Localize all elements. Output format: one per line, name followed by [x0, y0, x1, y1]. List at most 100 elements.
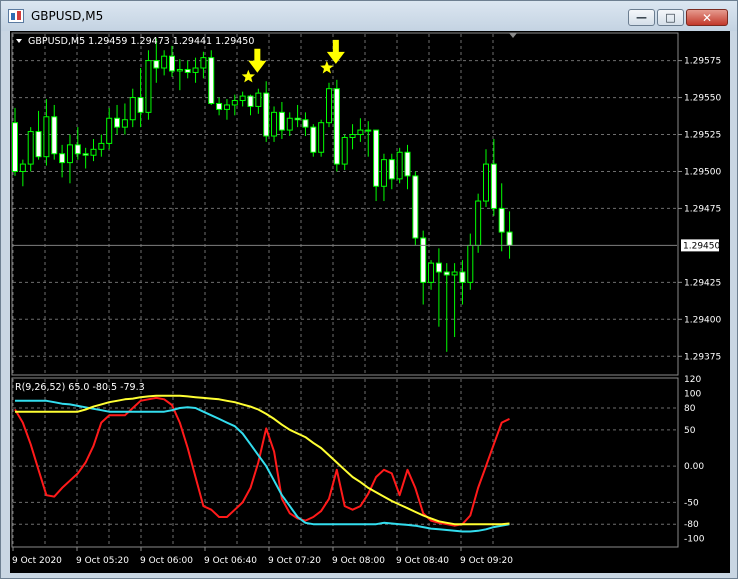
candle-body — [318, 122, 325, 153]
candle-body — [263, 92, 270, 137]
candle-body — [286, 117, 293, 131]
minimize-icon: — — [636, 11, 647, 24]
candle-body — [302, 119, 309, 128]
candle-body — [357, 129, 364, 136]
indicator-tick-label: -50 — [684, 498, 699, 508]
candle-body — [475, 200, 482, 246]
indicator-panel-frame — [11, 377, 679, 548]
price-tick-label: 1.29425 — [684, 278, 721, 288]
candle-body — [74, 144, 81, 155]
window-title: GBPUSD,M5 — [31, 9, 104, 23]
candle-body — [412, 175, 419, 239]
candle-body — [435, 262, 442, 273]
candle-body — [208, 57, 215, 104]
candle-body — [216, 102, 223, 110]
candle-body — [404, 151, 411, 177]
candle-body — [35, 131, 42, 158]
candle-body — [90, 148, 97, 156]
time-tick-label: 9 Oct 07:20 — [268, 556, 321, 566]
candle-body — [255, 92, 262, 107]
candle-body — [59, 153, 66, 164]
candle-body — [82, 153, 89, 156]
candle-body — [349, 134, 356, 138]
candle-body — [231, 100, 238, 106]
price-tick-label: 1.29400 — [684, 315, 721, 325]
time-tick-label: 9 Oct 2020 — [12, 556, 62, 566]
time-tick-label: 9 Oct 08:40 — [396, 556, 449, 566]
scroll-marker-icon — [509, 33, 517, 38]
candle-body — [443, 271, 450, 276]
indicator-tick-label: 120 — [684, 375, 701, 385]
candle-body — [310, 126, 317, 153]
candle-body — [161, 55, 168, 69]
candle-body — [459, 271, 466, 283]
close-icon: ✕ — [701, 10, 713, 25]
candle-body — [239, 95, 246, 102]
candle-body — [506, 231, 513, 246]
time-tick-label: 9 Oct 08:00 — [332, 556, 385, 566]
indicator-tick-label: -100 — [684, 535, 705, 545]
candle-body — [333, 88, 340, 165]
candle-body — [19, 163, 26, 172]
candle-body — [483, 163, 489, 202]
signal-arrow-down-icon — [248, 48, 267, 73]
time-tick-label: 9 Oct 09:20 — [460, 556, 513, 566]
time-tick-label: 9 Oct 05:20 — [76, 556, 129, 566]
chart-canvas[interactable]: 1.29575 1.29550 1.29525 1.29500 1.29475 1.294… — [10, 31, 730, 573]
price-chart-header: GBPUSD,M5 1.29459 1.29473 1.29441 1.2945… — [28, 36, 254, 47]
candle-body — [365, 129, 372, 132]
candle-body — [51, 116, 58, 155]
candle-body — [169, 55, 175, 72]
candle-body — [200, 57, 207, 69]
candle-body — [129, 97, 136, 121]
price-tick-label: 1.29550 — [684, 94, 721, 104]
indicator-tick-label: 80 — [684, 404, 696, 414]
candle-body — [66, 144, 73, 164]
candle-body — [341, 136, 348, 165]
candle-body — [380, 159, 387, 187]
minimize-button[interactable]: — — [628, 9, 655, 26]
candle-body — [176, 68, 183, 72]
current-price-label: 1.29450 — [683, 241, 720, 251]
header-collapse-icon[interactable] — [16, 39, 22, 43]
candle-body — [98, 142, 105, 150]
indicator-header: R(9,26,52) 65.0 -80.5 -79.3 — [15, 382, 145, 393]
indicator-tick-label: 0.00 — [684, 462, 704, 472]
candle-body — [184, 68, 191, 73]
candle-body — [271, 111, 278, 137]
candle-body — [373, 129, 380, 187]
indicator-tick-label: 50 — [684, 426, 696, 436]
candle-body — [153, 60, 160, 69]
time-tick-label: 9 Oct 06:00 — [140, 556, 193, 566]
candle-body — [326, 88, 332, 124]
signal-star-icon — [241, 69, 255, 83]
candle-body — [420, 237, 427, 283]
candle-body — [428, 262, 435, 283]
price-tick-label: 1.29575 — [684, 57, 721, 67]
title-bar[interactable]: GBPUSD,M5 — □ ✕ — [1, 1, 737, 31]
chart-area[interactable]: 1.29575 1.29550 1.29525 1.29500 1.29475 1.294… — [10, 31, 730, 573]
candle-body — [396, 151, 403, 180]
maximize-button[interactable]: □ — [657, 9, 684, 26]
close-button[interactable]: ✕ — [686, 9, 728, 26]
indicator-tick-label: -80 — [684, 520, 699, 530]
candle-body — [145, 60, 152, 113]
candle-body — [121, 119, 128, 128]
price-tick-label: 1.29500 — [684, 167, 721, 177]
candle-body — [388, 159, 395, 180]
time-tick-label: 9 Oct 06:40 — [204, 556, 257, 566]
candle-body — [106, 117, 113, 144]
candle-body — [294, 117, 301, 121]
maximize-icon: □ — [665, 11, 676, 24]
candle-body — [12, 122, 18, 172]
candle-body — [498, 207, 505, 233]
candle-body — [114, 117, 121, 128]
signal-arrow-down-icon — [326, 39, 345, 64]
candle-body — [451, 271, 458, 276]
candle-body — [137, 97, 144, 113]
candle-body — [467, 244, 474, 283]
candle-body — [247, 95, 254, 107]
candle-body — [27, 131, 34, 165]
candle-body — [43, 116, 50, 158]
price-tick-label: 1.29375 — [684, 352, 721, 362]
